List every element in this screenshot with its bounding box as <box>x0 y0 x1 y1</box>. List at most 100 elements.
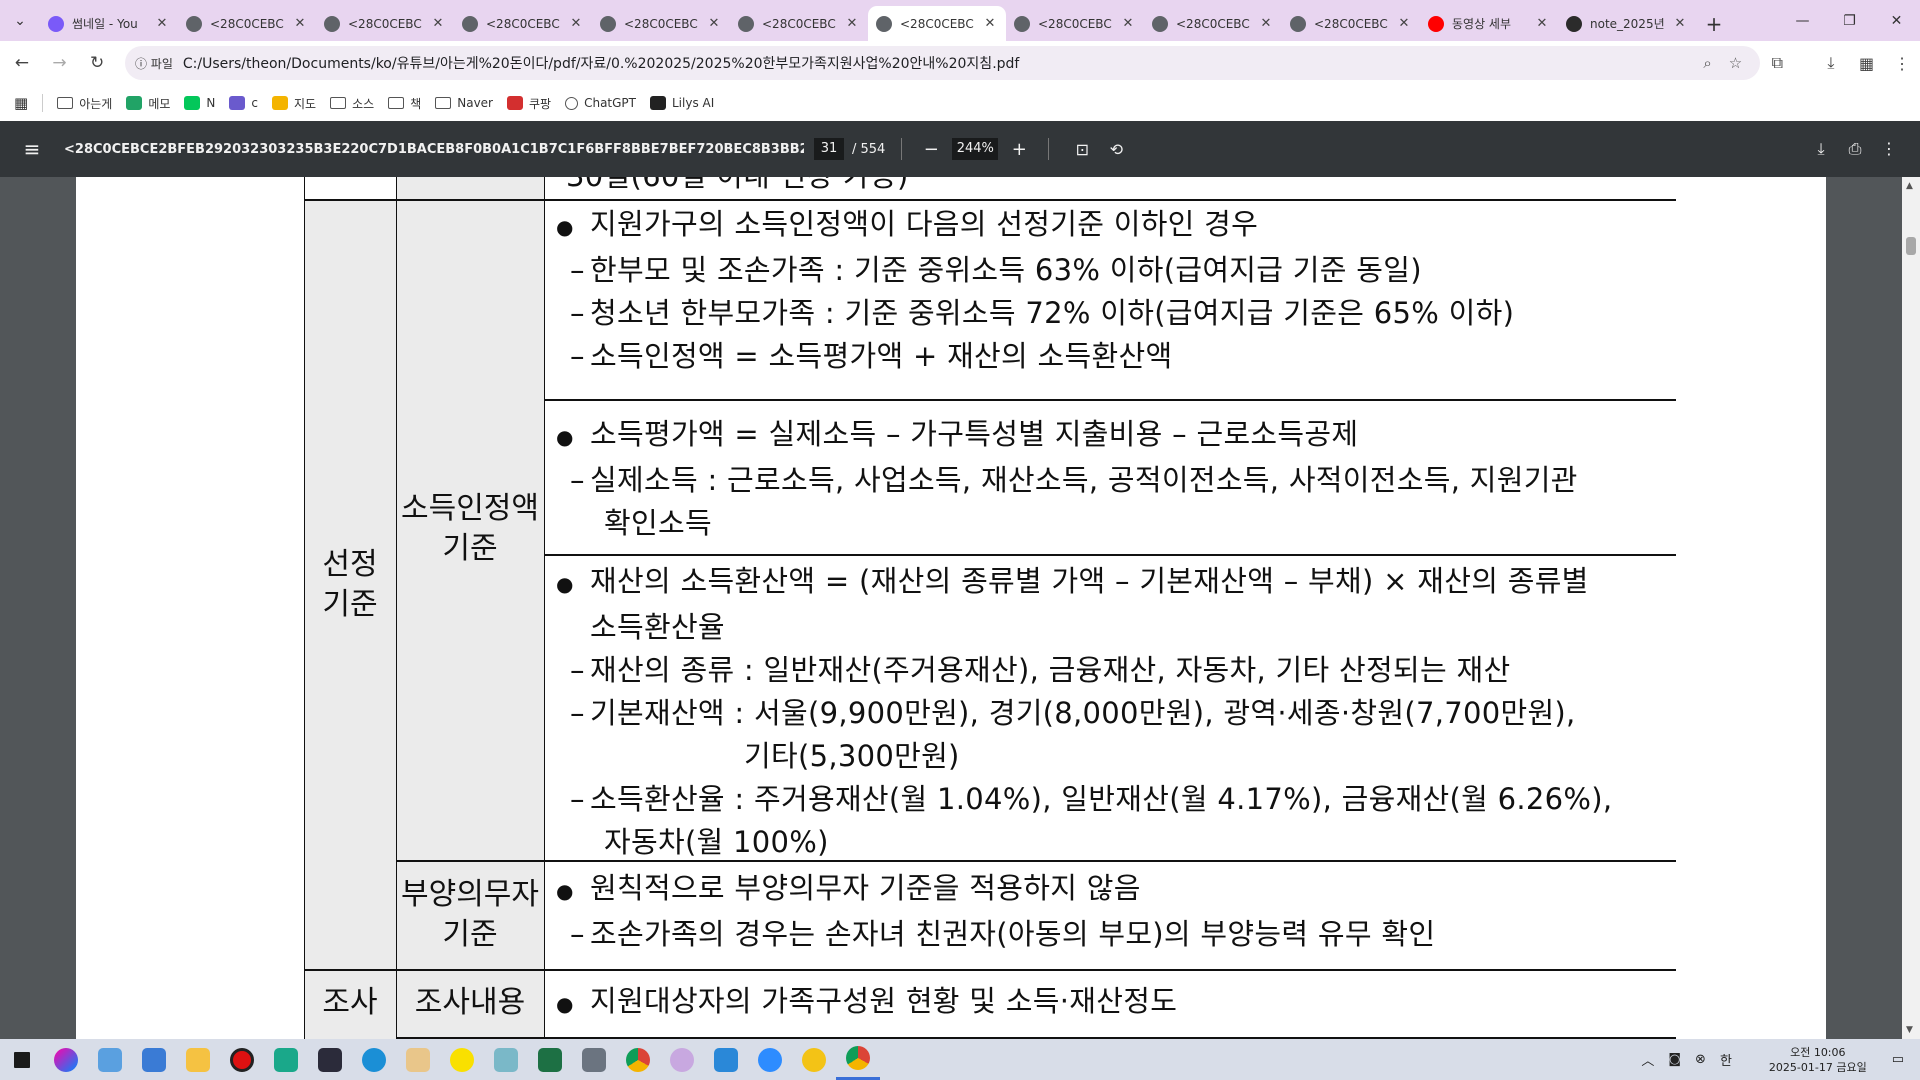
close-window-button[interactable]: ✕ <box>1873 0 1920 41</box>
bookmark-item[interactable]: c <box>229 96 258 110</box>
bookmark-item[interactable]: 지도 <box>272 95 316 112</box>
tab-close-icon[interactable]: ✕ <box>1396 16 1412 31</box>
chrome-icon[interactable] <box>616 1039 660 1080</box>
notepad-icon[interactable] <box>132 1039 176 1080</box>
browser-tab[interactable]: <28C0CEBC ✕ <box>1144 6 1282 41</box>
new-tab-button[interactable]: + <box>1696 6 1732 41</box>
tab-favicon-icon <box>738 15 754 32</box>
scrollbar-thumb[interactable] <box>1906 237 1916 255</box>
apps-icon[interactable]: ▦ <box>14 94 28 112</box>
copilot-icon[interactable] <box>44 1039 88 1080</box>
pdf-download-icon[interactable]: ⤓ <box>1804 139 1838 159</box>
browser-tab[interactable]: <28C0CEBC ✕ <box>592 6 730 41</box>
tab-close-icon[interactable]: ✕ <box>292 16 308 31</box>
paint-icon[interactable] <box>396 1039 440 1080</box>
pdf-more-icon[interactable]: ⋮ <box>1872 139 1906 159</box>
bookmark-item[interactable]: Lilys AI <box>650 96 714 110</box>
zoom-in-button[interactable]: + <box>1006 139 1032 160</box>
ime-indicator[interactable]: 한 <box>1720 1050 1732 1069</box>
chrome-active-icon[interactable] <box>836 1039 880 1080</box>
edge-icon[interactable] <box>352 1039 396 1080</box>
zoom-out-button[interactable]: − <box>918 139 944 160</box>
tab-close-icon[interactable]: ✕ <box>430 16 446 31</box>
tab-close-icon[interactable]: ✕ <box>1258 16 1274 31</box>
bookmark-item[interactable]: Naver <box>435 96 493 110</box>
page-number-input[interactable]: 31 <box>814 138 844 160</box>
tab-close-icon[interactable]: ✕ <box>154 16 170 31</box>
tab-title: <28C0CEBC <box>900 16 974 31</box>
tab-close-icon[interactable]: ✕ <box>844 16 860 31</box>
address-bar[interactable]: ⓘ 파일 C:/Users/theon/Documents/ko/유튜브/아는게… <box>124 46 1760 80</box>
zoom-app-icon[interactable] <box>748 1039 792 1080</box>
pdf-viewer[interactable]: 30일(60일 이내 연장 가능) 선정 기준 소득인정액 기준 부양의무자 기… <box>0 177 1902 1039</box>
tray-chevron-icon[interactable]: ︿ <box>1641 1050 1654 1069</box>
browser-tab[interactable]: <28C0CEBC ✕ <box>316 6 454 41</box>
bookmark-item[interactable]: 쿠팡 <box>506 95 551 112</box>
tab-favicon-icon <box>324 15 340 32</box>
tab-close-icon[interactable]: ✕ <box>706 16 722 31</box>
browser-tab[interactable]: 동영상 세부 ✕ <box>1420 6 1558 41</box>
task-view-icon[interactable] <box>88 1039 132 1080</box>
tab-search-button[interactable]: ⌄ <box>0 0 40 41</box>
start-button[interactable] <box>0 1039 44 1080</box>
browser-tab[interactable]: 썸네일 - You ✕ <box>40 6 178 41</box>
dash-marker: – <box>570 296 585 330</box>
browser-tab[interactable]: <28C0CEBC ✕ <box>730 6 868 41</box>
bookmark-item[interactable]: 소스 <box>330 95 374 112</box>
tab-close-icon[interactable]: ✕ <box>568 16 584 31</box>
calculator-icon[interactable] <box>572 1039 616 1080</box>
account-icon[interactable]: ▦ <box>1849 47 1885 79</box>
scroll-down-arrow[interactable]: ▼ <box>1906 1025 1913 1035</box>
kakaotalk-icon[interactable] <box>440 1039 484 1080</box>
system-clock[interactable]: 오전 10:06 2025-01-17 금요일 <box>1769 1045 1867 1075</box>
url-text[interactable]: C:/Users/theon/Documents/ko/유튜브/아는게%20돈이… <box>183 53 1694 73</box>
bookmark-item[interactable]: 아는게 <box>57 95 112 112</box>
davinci-icon[interactable] <box>308 1039 352 1080</box>
forward-button[interactable]: → <box>44 47 76 79</box>
record-icon[interactable] <box>220 1039 264 1080</box>
pdf-menu-icon[interactable]: ≡ <box>0 137 64 161</box>
bookmark-item[interactable]: ChatGPT <box>565 96 636 110</box>
tab-close-icon[interactable]: ✕ <box>1120 16 1136 31</box>
menu-icon[interactable]: ⋮ <box>1884 47 1920 79</box>
tab-close-icon[interactable]: ✕ <box>1672 16 1688 31</box>
rotate-icon[interactable]: ⟲ <box>1099 140 1133 159</box>
tray-status-icon[interactable]: ⊗ <box>1695 1052 1706 1067</box>
store-icon[interactable] <box>704 1039 748 1080</box>
zoom-icon[interactable]: ⌕ <box>1694 54 1722 72</box>
reload-button[interactable]: ↻ <box>81 47 113 79</box>
browser-tab[interactable]: <28C0CEBC ✕ <box>1282 6 1420 41</box>
excel-icon[interactable] <box>528 1039 572 1080</box>
fit-page-icon[interactable]: ⊡ <box>1065 140 1099 159</box>
content-income-criteria: ● 지원가구의 소득인정액이 다음의 선정기준 이하인 경우 – 한부모 및 조손가족… <box>556 203 1514 378</box>
bookmark-item[interactable]: 책 <box>388 95 421 112</box>
scroll-up-arrow[interactable]: ▲ <box>1906 181 1913 191</box>
extensions-icon[interactable]: ⧉ <box>1760 47 1796 79</box>
vertical-scrollbar[interactable]: ▲ ▼ <box>1902 177 1920 1039</box>
download-icon[interactable]: ⤓ <box>1813 47 1849 79</box>
notification-icon[interactable]: ▭ <box>1892 1052 1904 1067</box>
notes-icon[interactable] <box>484 1039 528 1080</box>
app-icon[interactable] <box>264 1039 308 1080</box>
site-info-chip[interactable]: ⓘ 파일 <box>135 55 173 72</box>
print-icon[interactable]: ⎙ <box>1838 139 1872 159</box>
browser-tab[interactable]: note_2025년 ✕ <box>1558 6 1696 41</box>
file-explorer-icon[interactable] <box>176 1039 220 1080</box>
browser-tab[interactable]: <28C0CEBC ✕ <box>868 6 1006 41</box>
browser-tab[interactable]: <28C0CEBC ✕ <box>1006 6 1144 41</box>
browser-tab[interactable]: <28C0CEBC ✕ <box>178 6 316 41</box>
player-icon[interactable] <box>792 1039 836 1080</box>
tray-app-icon[interactable]: ◙ <box>1668 1052 1681 1067</box>
bookmark-star-icon[interactable]: ☆ <box>1722 54 1750 72</box>
snipping-icon[interactable] <box>660 1039 704 1080</box>
tab-close-icon[interactable]: ✕ <box>1534 16 1550 31</box>
browser-tab[interactable]: <28C0CEBC ✕ <box>454 6 592 41</box>
line-text: 지원대상자의 가족구성원 현황 및 소득·재산정도 <box>590 984 1178 1018</box>
minimize-button[interactable]: — <box>1779 0 1826 41</box>
back-button[interactable]: ← <box>6 47 38 79</box>
tab-close-icon[interactable]: ✕ <box>982 16 998 31</box>
bookmark-item[interactable]: N <box>184 96 215 110</box>
bookmark-item[interactable]: 메모 <box>126 95 170 112</box>
zoom-level-input[interactable]: 244% <box>952 138 999 160</box>
restore-button[interactable]: ❐ <box>1826 0 1873 41</box>
